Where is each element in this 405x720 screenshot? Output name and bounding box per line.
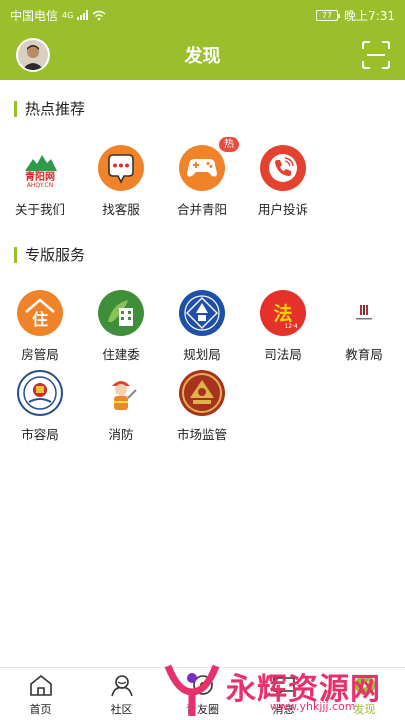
community-icon — [110, 674, 133, 696]
section-accent-bar — [14, 246, 17, 263]
service-item-construction[interactable]: 住建委 — [81, 290, 161, 363]
hot-item-merge-qingyang[interactable]: 热 合并青阳 — [162, 137, 242, 218]
avatar[interactable] — [16, 38, 50, 72]
status-bar: 中国电信 4G 77 晚上7:31 — [0, 0, 405, 30]
hot-item-label: 用户投诉 — [257, 202, 308, 217]
bottom-tab-bar: 首页 社区 青友圈 消息 发现 — [0, 668, 405, 720]
gamepad-icon: 热 — [179, 137, 239, 191]
education-bureau-icon — [341, 290, 387, 336]
section-special-title: 专版服务 — [25, 246, 86, 264]
user-avatar-icon — [18, 40, 48, 70]
hot-item-about-us[interactable]: 青阳网 AHQY.CN 关于我们 — [0, 145, 80, 218]
chat-bubble-icon — [98, 145, 144, 191]
battery-icon: 77 — [316, 9, 341, 21]
home-icon — [29, 674, 52, 696]
tab-label: 首页 — [29, 702, 52, 716]
planning-bureau-icon — [179, 290, 225, 336]
service-item-label: 市场监管 — [176, 427, 227, 442]
tab-community[interactable]: 社区 — [81, 668, 162, 720]
housing-bureau-icon: 住 — [17, 290, 63, 336]
tab-home[interactable]: 首页 — [0, 668, 81, 720]
justice-bureau-icon: 法 12·4 — [260, 290, 306, 336]
service-item-label: 消防 — [108, 427, 134, 442]
page-title: 发现 — [184, 46, 221, 67]
title-bar: 发现 — [0, 30, 405, 80]
service-item-market[interactable]: 市场监管 — [162, 370, 242, 443]
service-item-label: 司法局 — [264, 347, 302, 362]
hot-item-customer-service[interactable]: 找客服 — [81, 145, 161, 218]
discover-icon — [354, 674, 375, 695]
service-item-planning[interactable]: 规划局 — [162, 290, 242, 363]
hot-item-label: 合并青阳 — [176, 202, 227, 217]
hot-item-label: 关于我们 — [14, 202, 65, 217]
tab-message[interactable]: 消息 — [243, 668, 324, 720]
friends-circle-icon — [192, 674, 213, 695]
service-item-education[interactable]: 教育局 — [324, 290, 404, 363]
tab-discover[interactable]: 发现 — [324, 668, 405, 720]
carrier-label: 中国电信 — [10, 8, 59, 23]
service-item-fire[interactable]: 消防 — [81, 370, 161, 443]
market-supervision-icon — [179, 370, 225, 416]
tab-label: 青友圈 — [186, 702, 219, 716]
hot-item-user-complaint[interactable]: 用户投诉 — [243, 145, 323, 218]
logo-sub-text: AHQY.CN — [27, 182, 53, 189]
service-item-label: 房管局 — [21, 347, 59, 362]
hot-item-label: 找客服 — [102, 202, 140, 217]
service-item-city-appearance[interactable]: 市容局 — [0, 370, 80, 443]
section-hot-heading: 热点推荐 — [14, 98, 85, 119]
justice-sub-text: 12·4 — [284, 323, 298, 330]
tab-friends-circle[interactable]: 青友圈 — [162, 668, 243, 720]
qingyang-logo-icon: 青阳网 AHQY.CN — [17, 145, 63, 191]
service-item-label: 住建委 — [102, 347, 140, 362]
wifi-icon — [92, 10, 106, 20]
service-item-housing[interactable]: 住 房管局 — [0, 290, 80, 363]
firefighter-icon — [98, 370, 144, 416]
tab-label: 发现 — [353, 702, 376, 716]
clock: 晚上7:31 — [344, 8, 395, 23]
hot-badge: 热 — [219, 137, 239, 152]
service-item-label: 市容局 — [21, 427, 59, 442]
section-hot-title: 热点推荐 — [25, 100, 86, 118]
message-icon — [272, 676, 295, 697]
network-type: 4G — [62, 10, 74, 20]
tab-label: 社区 — [110, 702, 133, 716]
tab-label: 消息 — [272, 702, 295, 716]
section-special-heading: 专版服务 — [14, 244, 85, 265]
signal-icon — [77, 10, 89, 20]
service-item-label: 规划局 — [183, 347, 221, 362]
housing-glyph: 住 — [32, 310, 48, 329]
scan-icon[interactable] — [361, 40, 391, 70]
service-item-label: 教育局 — [345, 347, 383, 362]
section-accent-bar — [14, 100, 17, 117]
service-item-justice[interactable]: 法 12·4 司法局 — [243, 290, 323, 363]
justice-glyph: 法 — [273, 302, 292, 325]
city-appearance-icon — [17, 370, 63, 416]
construction-committee-icon — [98, 290, 144, 336]
phone-icon — [260, 145, 306, 191]
